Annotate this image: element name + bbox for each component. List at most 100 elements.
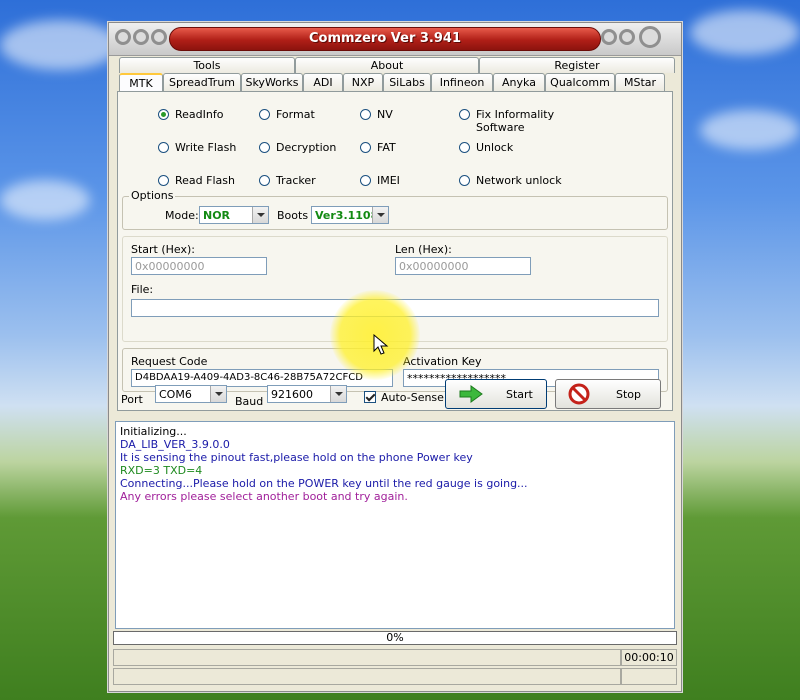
chevron-down-icon[interactable] — [252, 207, 268, 223]
tab-adi[interactable]: ADI — [303, 73, 343, 91]
log-line: Any errors please select another boot an… — [120, 490, 408, 503]
radio-label: Unlock — [476, 141, 514, 154]
len-hex-input[interactable]: 0x00000000 — [395, 257, 531, 275]
background-cloud — [700, 110, 800, 150]
baud-select[interactable]: 921600 — [267, 385, 347, 403]
port-value: COM6 — [159, 388, 192, 401]
radio-imei[interactable]: IMEI — [360, 174, 400, 187]
log-line: It is sensing the pinout fast,please hol… — [120, 451, 473, 464]
file-input[interactable] — [131, 299, 659, 317]
tab-qualcomm[interactable]: Qualcomm — [545, 73, 615, 91]
radio-nv[interactable]: NV — [360, 108, 393, 121]
start-button[interactable]: Start — [445, 379, 547, 409]
window-title: Commzero Ver 3.941 — [169, 27, 601, 51]
boots-value: Ver3.1108 — [315, 209, 379, 222]
chevron-down-icon[interactable] — [210, 386, 226, 402]
stop-button[interactable]: Stop — [555, 379, 661, 409]
app-window: Commzero Ver 3.941 Tools About Register … — [108, 22, 682, 692]
log-line: Initializing... — [120, 425, 187, 438]
tab-tools[interactable]: Tools — [119, 57, 295, 73]
radio-label: IMEI — [377, 174, 400, 187]
radio-label: Decryption — [276, 141, 337, 154]
radio-label: Tracker — [276, 174, 316, 187]
window-ring-icon — [619, 29, 635, 45]
mode-label: Mode: — [165, 209, 199, 222]
tab-infineon[interactable]: Infineon — [431, 73, 493, 91]
port-label: Port — [121, 393, 143, 406]
chevron-down-icon[interactable] — [372, 207, 388, 223]
background-cloud — [0, 180, 90, 220]
options-title: Options — [129, 189, 176, 202]
baud-label: Baud — [235, 395, 264, 408]
tab-mtk[interactable]: MTK — [119, 73, 163, 91]
mode-select[interactable]: NOR — [199, 206, 269, 224]
baud-value: 921600 — [271, 388, 313, 401]
radio-unlock[interactable]: Unlock — [459, 141, 513, 154]
start-hex-label: Start (Hex): — [131, 243, 196, 256]
window-ring-icon — [151, 29, 167, 45]
radio-label: ReadInfo — [175, 108, 224, 121]
auto-sense-label[interactable]: Auto-Sense — [381, 391, 444, 404]
boots-label: Boots — [277, 209, 309, 222]
radio-fix-informality[interactable]: Fix Informality Software — [459, 108, 554, 134]
log-output[interactable]: Initializing... DA_LIB_VER_3.9.0.0 It is… — [115, 421, 675, 629]
radio-indicator — [259, 109, 270, 120]
radio-indicator — [459, 175, 470, 186]
radio-label: Fix Informality Software — [476, 108, 555, 134]
window-ring-icon — [115, 29, 131, 45]
window-ring-icon — [601, 29, 617, 45]
radio-indicator — [360, 109, 371, 120]
radio-label: Read Flash — [175, 174, 235, 187]
port-select[interactable]: COM6 — [155, 385, 227, 403]
tab-spreadtrum[interactable]: SpreadTrum — [163, 73, 241, 91]
radio-decryption[interactable]: Decryption — [259, 141, 336, 154]
radio-indicator — [360, 175, 371, 186]
background-cloud — [0, 20, 120, 70]
radio-indicator — [459, 142, 470, 153]
radio-label: Format — [276, 108, 315, 121]
radio-indicator — [158, 142, 169, 153]
request-code-label: Request Code — [131, 355, 208, 368]
file-label: File: — [131, 283, 154, 296]
mode-value: NOR — [203, 209, 231, 222]
progress-label: 0% — [386, 631, 404, 644]
tab-mstar[interactable]: MStar — [615, 73, 665, 91]
radio-selected-indicator — [158, 109, 169, 120]
auto-sense-checkbox[interactable] — [364, 391, 376, 403]
mouse-cursor-icon — [373, 334, 389, 355]
window-ring-icon — [133, 29, 149, 45]
chevron-down-icon[interactable] — [330, 386, 346, 402]
mtk-panel: ReadInfo Format NV Fix Informality Softw… — [117, 91, 673, 411]
radio-fat[interactable]: FAT — [360, 141, 396, 154]
tab-about[interactable]: About — [295, 57, 479, 73]
radio-write-flash[interactable]: Write Flash — [158, 141, 236, 154]
radio-readinfo[interactable]: ReadInfo — [158, 108, 223, 121]
radio-tracker[interactable]: Tracker — [259, 174, 316, 187]
status-cell — [113, 668, 621, 685]
address-group: Start (Hex): 0x00000000 Len (Hex): 0x000… — [122, 236, 668, 342]
tab-anyka[interactable]: Anyka — [493, 73, 545, 91]
arrow-right-icon — [459, 385, 483, 403]
start-hex-input[interactable]: 0x00000000 — [131, 257, 267, 275]
radio-label: FAT — [377, 141, 396, 154]
radio-indicator — [259, 142, 270, 153]
radio-indicator — [158, 175, 169, 186]
tab-skyworks[interactable]: SkyWorks — [241, 73, 303, 91]
radio-network-unlock[interactable]: Network unlock — [459, 174, 562, 187]
start-button-label: Start — [506, 388, 533, 401]
status-cell — [621, 668, 677, 685]
len-hex-label: Len (Hex): — [395, 243, 452, 256]
title-bar[interactable]: Commzero Ver 3.941 — [109, 23, 681, 56]
status-cell — [113, 649, 621, 666]
close-ring-icon[interactable] — [639, 26, 661, 48]
stop-button-label: Stop — [616, 388, 642, 401]
tab-silabs[interactable]: SiLabs — [383, 73, 431, 91]
radio-label: NV — [377, 108, 393, 121]
radio-format[interactable]: Format — [259, 108, 315, 121]
tab-register[interactable]: Register — [479, 57, 675, 73]
status-time: 00:00:10 — [621, 649, 677, 666]
tab-nxp[interactable]: NXP — [343, 73, 383, 91]
radio-read-flash[interactable]: Read Flash — [158, 174, 235, 187]
boots-select[interactable]: Ver3.1108 — [311, 206, 389, 224]
radio-indicator — [459, 109, 470, 120]
